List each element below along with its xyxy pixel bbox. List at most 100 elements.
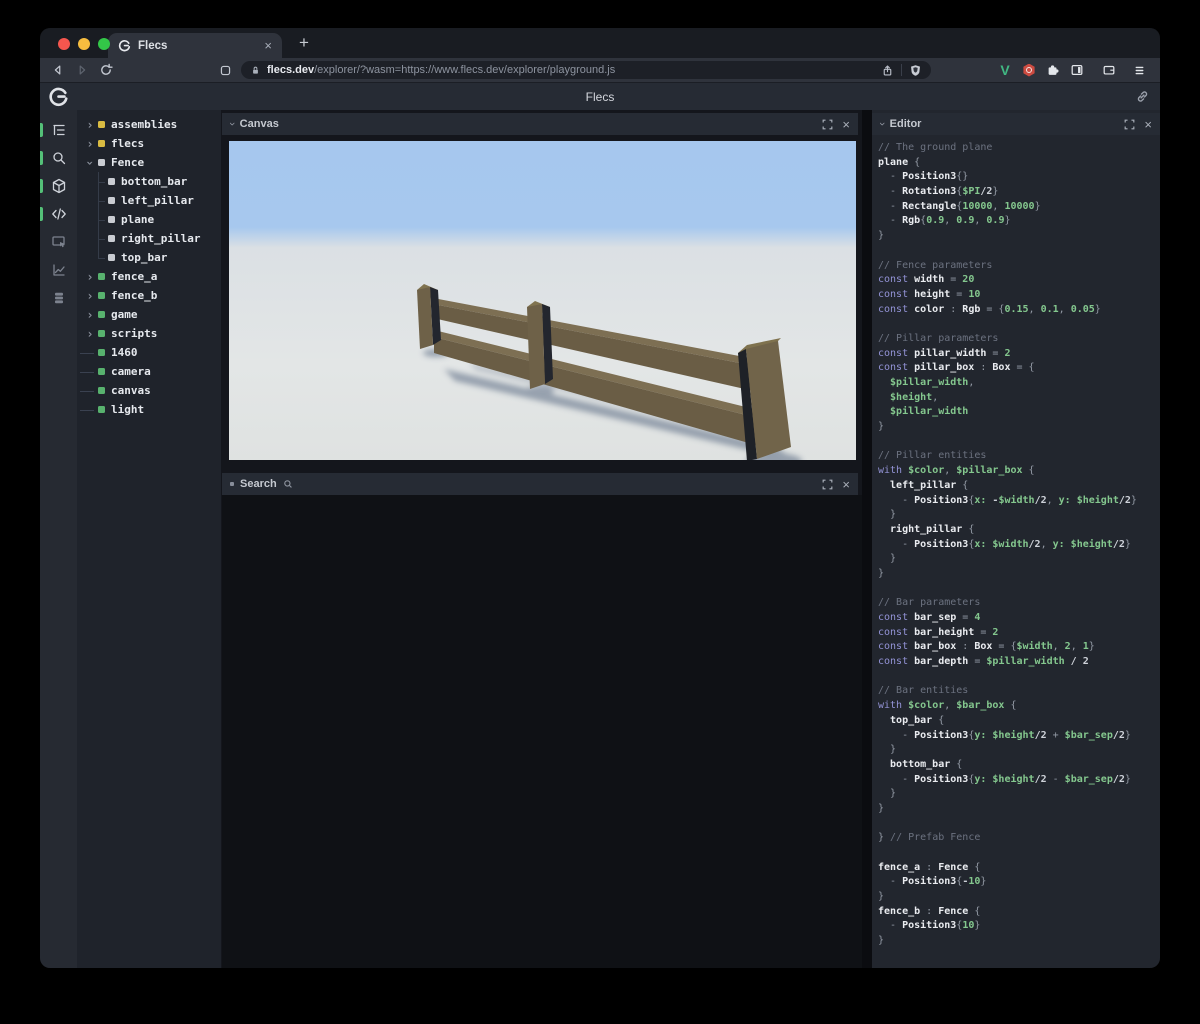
code-line: - Position3{x: $width/2, y: $height/2}	[878, 538, 1131, 550]
entity-square-icon	[98, 387, 105, 394]
editor-panel-header[interactable]: › Editor ×	[872, 113, 1160, 135]
tree-item-flecs[interactable]: › flecs	[77, 134, 221, 153]
reload-icon[interactable]	[94, 58, 118, 82]
tree-leaf-line	[80, 400, 95, 419]
sidebar-toggle-icon[interactable]	[1065, 58, 1089, 82]
chevron-right-icon[interactable]: ›	[85, 290, 95, 302]
share-icon[interactable]	[881, 64, 894, 77]
code-line: const color : Rgb = {0.15, 0.1, 0.05}	[878, 303, 1101, 315]
code-line: - Position3{10}	[878, 920, 981, 932]
tree-item-plane[interactable]: plane	[77, 210, 221, 229]
tree-item-assemblies[interactable]: › assemblies	[77, 115, 221, 134]
tree-item-top_bar[interactable]: top_bar	[77, 248, 221, 267]
forward-icon[interactable]	[70, 58, 94, 82]
tree-item-camera[interactable]: camera	[77, 362, 221, 381]
center-column: › Canvas × Search ×	[221, 110, 862, 968]
bookmark-icon[interactable]	[213, 58, 237, 82]
3d-viewport[interactable]	[229, 141, 856, 460]
stats-icon[interactable]	[40, 256, 77, 284]
link-icon[interactable]	[1135, 89, 1150, 104]
canvas-panel-header[interactable]: › Canvas ×	[222, 113, 858, 135]
entity-square-icon	[98, 368, 105, 375]
browser-tab[interactable]: Flecs ×	[108, 33, 282, 58]
chevron-down-icon[interactable]: ›	[83, 158, 97, 168]
url-text: flecs.dev/explorer/?wasm=https://www.fle…	[267, 64, 615, 76]
tree-item-label: fence_b	[111, 289, 158, 302]
entity-square-icon	[108, 254, 115, 261]
code-line: }	[878, 230, 885, 242]
flecs-logo-icon[interactable]	[48, 86, 69, 107]
tree-item-game[interactable]: › game	[77, 305, 221, 324]
tree-item-Fence[interactable]: › Fence	[77, 153, 221, 172]
tree-item-fence_a[interactable]: › fence_a	[77, 267, 221, 286]
code-line: $pillar_width,	[878, 377, 975, 388]
entity-tree-icon[interactable]	[40, 116, 77, 144]
chevron-right-icon[interactable]: ›	[85, 119, 95, 131]
browser-window: Flecs × + flecs.dev /explorer/?wasm=http…	[40, 28, 1160, 968]
tree-item-canvas[interactable]: canvas	[77, 381, 221, 400]
menu-icon[interactable]	[1127, 58, 1151, 82]
tree-item-fence_b[interactable]: › fence_b	[77, 286, 221, 305]
commands-icon[interactable]	[40, 284, 77, 312]
fullscreen-icon[interactable]	[1124, 119, 1135, 130]
tree-item-label: plane	[121, 213, 155, 226]
code-line: - Rectangle{10000, 10000}	[878, 200, 1041, 212]
extensions-puzzle-icon[interactable]	[1041, 58, 1065, 82]
tree-item-scripts[interactable]: › scripts	[77, 324, 221, 343]
search-panel-title: Search	[240, 478, 277, 490]
code-line: const height = 10	[878, 288, 981, 300]
code-line: }	[878, 788, 897, 800]
back-icon[interactable]	[46, 58, 70, 82]
close-panel-icon[interactable]: ×	[842, 118, 850, 131]
code-line: plane {	[878, 156, 921, 168]
script-editor-icon[interactable]	[40, 200, 77, 228]
chevron-right-icon[interactable]: ›	[85, 328, 95, 340]
search-icon	[283, 479, 293, 489]
zoom-window-button[interactable]	[98, 38, 110, 50]
wallet-icon[interactable]	[1097, 58, 1121, 82]
tree-item-label: right_pillar	[121, 232, 201, 245]
tab-close-icon[interactable]: ×	[264, 39, 272, 52]
chevron-right-icon[interactable]: ›	[85, 271, 95, 283]
code-line: - Position3{y: $height/2 + $bar_sep/2}	[878, 729, 1131, 741]
search-panel-body[interactable]	[222, 495, 862, 968]
chevron-down-icon[interactable]: ›	[226, 122, 238, 126]
code-line: }	[878, 421, 885, 433]
search-icon[interactable]	[40, 144, 77, 172]
tree-item-right_pillar[interactable]: right_pillar	[77, 229, 221, 248]
fullscreen-icon[interactable]	[822, 119, 833, 130]
tree-item-bottom_bar[interactable]: bottom_bar	[77, 172, 221, 191]
code-line: - Position3{y: $height/2 - $bar_sep/2}	[878, 773, 1131, 785]
close-panel-icon[interactable]: ×	[1144, 118, 1152, 131]
tree-leaf-line	[80, 362, 95, 381]
code-line: // Bar entities	[878, 685, 969, 697]
tree-item-light[interactable]: light	[77, 400, 221, 419]
adblock-icon[interactable]	[1017, 58, 1041, 82]
brave-shield-icon[interactable]	[909, 64, 922, 77]
fullscreen-icon[interactable]	[822, 479, 833, 490]
chevron-down-icon[interactable]: ›	[876, 122, 888, 126]
code-editor[interactable]: // The ground plane plane { - Position3{}…	[872, 135, 1160, 968]
code-line: // Pillar entities	[878, 450, 987, 462]
code-line: top_bar {	[878, 714, 945, 726]
tree-item-label: canvas	[111, 384, 151, 397]
minimize-window-button[interactable]	[78, 38, 90, 50]
tree-item-left_pillar[interactable]: left_pillar	[77, 191, 221, 210]
search-panel-header[interactable]: Search ×	[222, 473, 858, 495]
scene-icon[interactable]	[40, 172, 77, 200]
url-bar[interactable]: flecs.dev/explorer/?wasm=https://www.fle…	[241, 61, 931, 79]
left-icon-strip	[40, 110, 77, 968]
entity-square-icon	[98, 406, 105, 413]
close-window-button[interactable]	[58, 38, 70, 50]
chevron-right-icon[interactable]: ›	[85, 138, 95, 150]
chevron-right-icon[interactable]: ›	[85, 309, 95, 321]
inspector-icon[interactable]	[40, 228, 77, 256]
tree-item-label: camera	[111, 365, 151, 378]
close-panel-icon[interactable]: ×	[842, 478, 850, 491]
new-tab-button[interactable]: +	[292, 31, 316, 55]
entity-square-icon	[108, 235, 115, 242]
panel-dot-icon[interactable]	[230, 482, 234, 486]
tree-item-1460[interactable]: 1460	[77, 343, 221, 362]
vue-devtools-icon[interactable]: V	[993, 58, 1017, 82]
